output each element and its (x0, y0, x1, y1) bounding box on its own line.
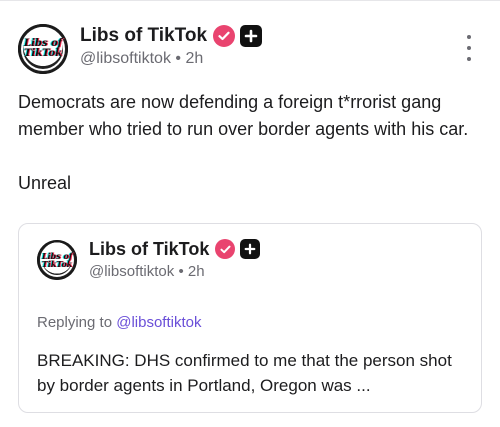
plus-badge-icon (240, 25, 263, 47)
quoted-author-name-row: Libs of TikTok (89, 238, 261, 260)
author-name-row: Libs of TikTok (80, 24, 263, 48)
replying-to: Replying to @libsoftiktok (37, 314, 201, 331)
verified-badge-icon (215, 239, 236, 259)
replying-prefix: Replying to (37, 314, 113, 331)
quoted-author-handle[interactable]: @libsoftiktok (89, 263, 174, 280)
separator-dot: • (175, 50, 181, 67)
avatar-logo: Libs of TikTok (23, 38, 63, 59)
post-time: 2h (185, 50, 204, 67)
quoted-post-text: BREAKING: DHS confirmed to me that the p… (37, 351, 452, 395)
quoted-post-time: 2h (187, 263, 205, 280)
quoted-author-display-name[interactable]: Libs of TikTok (89, 239, 209, 260)
avatar-logo: Libs of TikTok (41, 251, 73, 269)
author-handle[interactable]: @libsoftiktok (80, 50, 171, 67)
post-body: Democrats are now defending a foreign t*… (18, 92, 469, 193)
more-vertical-icon[interactable] (462, 35, 476, 61)
separator-dot: • (178, 263, 184, 280)
post-card: Libs of TikTok Libs of TikTok @libsoftik… (0, 0, 500, 427)
author-display-name[interactable]: Libs of TikTok (80, 25, 207, 47)
author-handle-row: @libsoftiktok • 2h (80, 50, 203, 68)
replying-handle-link[interactable]: @libsoftiktok (116, 314, 201, 331)
quoted-avatar[interactable]: Libs of TikTok (37, 240, 77, 280)
quoted-author-handle-row: @libsoftiktok • 2h (89, 263, 205, 280)
plus-badge-icon (240, 239, 261, 259)
avatar[interactable]: Libs of TikTok (18, 24, 68, 74)
verified-badge-icon (213, 25, 236, 47)
